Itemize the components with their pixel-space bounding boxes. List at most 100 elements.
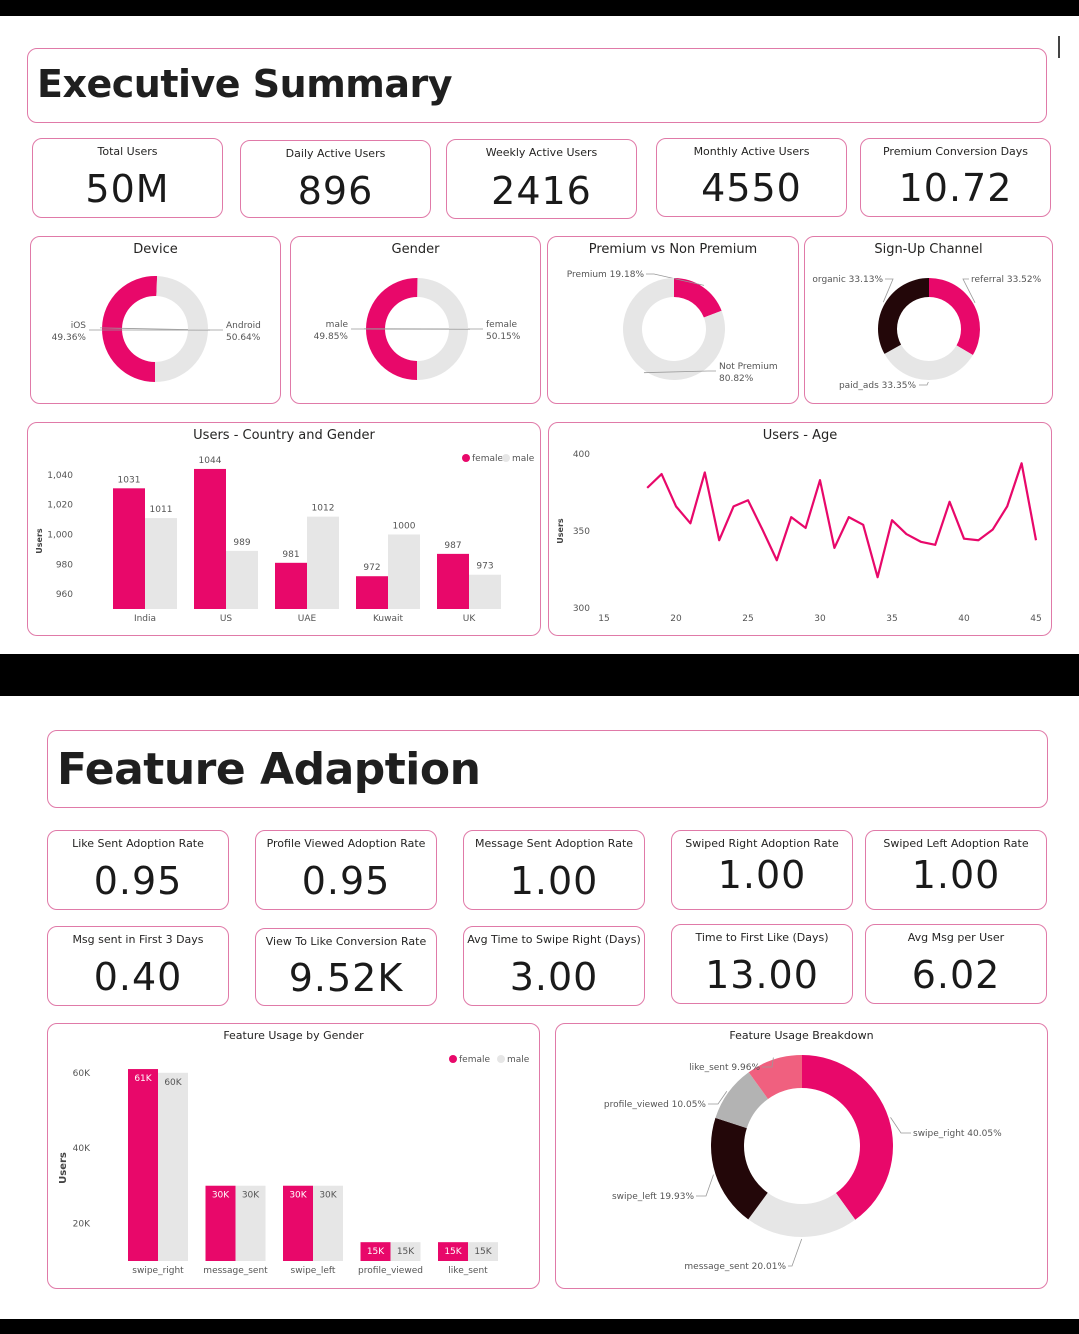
age-line-card[interactable]: Users - Age 300 350 400 15 20 25 30 35 40 45 Users xyxy=(548,422,1052,636)
kpi-value: 13.00 xyxy=(705,953,819,997)
feature-usage-bar-chart: 20K 40K 60K Users 61K 60K swipe_right 30K 30K mes… xyxy=(58,1055,530,1276)
kpi-label: Time to First Like (Days) xyxy=(695,931,829,944)
y-tick-label: 20K xyxy=(73,1219,91,1229)
kpi-value: 2416 xyxy=(491,169,592,213)
signup-channel-donut-card[interactable]: Sign-Up Channel referral 33.52% paid_ads … xyxy=(804,236,1053,404)
slice-label: female xyxy=(486,320,517,330)
y-tick-label: 960 xyxy=(56,590,73,600)
kpi-value: 1.00 xyxy=(911,853,1001,897)
bar-data-label: 30K xyxy=(289,1191,307,1201)
kpi-card-swiped-right-adoption[interactable]: Swiped Right Adoption Rate 1.00 xyxy=(671,830,853,910)
y-axis-label: Users xyxy=(556,518,565,544)
kpi-card-msg-first-3-days[interactable]: Msg sent in First 3 Days 0.40 xyxy=(47,926,229,1006)
bar-data-label: 60K xyxy=(164,1078,182,1088)
kpi-card-message-sent-adoption[interactable]: Message Sent Adoption Rate 1.00 xyxy=(463,830,645,910)
kpi-card-avg-time-swipe-right[interactable]: Avg Time to Swipe Right (Days) 3.00 xyxy=(463,926,645,1006)
kpi-card-profile-viewed-adoption[interactable]: Profile Viewed Adoption Rate 0.95 xyxy=(255,830,437,910)
slice-value-label: 80.82% xyxy=(719,374,754,384)
leader-line xyxy=(919,381,929,386)
kpi-card-view-to-like-conversion[interactable]: View To Like Conversion Rate 9.52K xyxy=(255,928,437,1006)
slice-value-label: 49.85% xyxy=(314,332,349,342)
feature-breakdown-card[interactable]: Feature Usage Breakdown swipe_right 40.0… xyxy=(555,1023,1048,1289)
bar-data-label: 987 xyxy=(444,541,461,551)
kpi-card-premium-conversion-days[interactable]: Premium Conversion Days 10.72 xyxy=(860,138,1051,217)
kpi-label: Avg Msg per User xyxy=(907,931,1005,944)
kpi-card-like-sent-adoption[interactable]: Like Sent Adoption Rate 0.95 xyxy=(47,830,229,910)
x-tick-label: message_sent xyxy=(203,1266,268,1276)
bar-data-label: 973 xyxy=(476,562,493,572)
legend-marker xyxy=(449,1055,457,1063)
donut-slice-paid-ads xyxy=(884,344,973,380)
kpi-value: 0.95 xyxy=(93,859,183,903)
slice-label: Premium 19.18% xyxy=(567,270,645,280)
kpi-label: Message Sent Adoption Rate xyxy=(474,837,634,850)
y-tick-label: 1,040 xyxy=(47,471,73,481)
kpi-label: Weekly Active Users xyxy=(485,146,598,159)
slice-label: profile_viewed 10.05% xyxy=(604,1100,707,1110)
x-tick-label: 40 xyxy=(958,614,970,624)
y-tick-label: 1,020 xyxy=(47,501,73,511)
kpi-card-total-users[interactable]: Total Users 50M xyxy=(32,138,223,218)
x-tick-label: 45 xyxy=(1030,614,1041,624)
kpi-card-daily-active-users[interactable]: Daily Active Users 896 xyxy=(240,140,431,218)
y-tick-label: 980 xyxy=(56,560,73,570)
donut-slice-swipe-left xyxy=(711,1117,768,1220)
slice-label: iOS xyxy=(71,321,87,331)
kpi-card-avg-msg-per-user[interactable]: Avg Msg per User 6.02 xyxy=(865,924,1047,1004)
page-title: Feature Adaption xyxy=(57,744,481,795)
kpi-label: Swiped Right Adoption Rate xyxy=(685,837,839,850)
kpi-card-weekly-active-users[interactable]: Weekly Active Users 2416 xyxy=(446,139,637,219)
slice-value-label: 49.36% xyxy=(52,333,87,343)
bar-data-label: 1011 xyxy=(150,505,173,515)
country-gender-card[interactable]: Users - Country and Gender 960 980 1,000 1,… xyxy=(27,422,541,636)
kpi-label: Total Users xyxy=(97,145,158,158)
slice-label: Android xyxy=(226,321,261,331)
bar-male-swipe-right xyxy=(158,1072,188,1261)
y-tick-label: 60K xyxy=(73,1069,91,1079)
kpi-card-monthly-active-users[interactable]: Monthly Active Users 4550 xyxy=(656,138,847,217)
country-gender-bar-chart: 960 980 1,000 1,020 1,040 Users 1031 1011 India 1… xyxy=(35,454,535,624)
kpi-label: Profile Viewed Adoption Rate xyxy=(266,837,426,850)
premium-donut-card[interactable]: Premium vs Non Premium Premium 19.18% Not… xyxy=(547,236,799,404)
scrollbar[interactable] xyxy=(1058,36,1060,58)
x-tick-label: swipe_right xyxy=(132,1266,184,1276)
kpi-label: Avg Time to Swipe Right (Days) xyxy=(467,933,641,946)
bar-female-kuwait xyxy=(356,576,388,609)
kpi-value: 10.72 xyxy=(898,166,1013,210)
legend-marker xyxy=(502,454,510,462)
legend-marker xyxy=(497,1055,505,1063)
bar-female-uae xyxy=(275,562,307,609)
kpi-value: 6.02 xyxy=(911,953,1001,997)
x-tick-label: 30 xyxy=(814,614,826,624)
gender-donut-card[interactable]: Gender female 50.15% male 49.85% xyxy=(290,236,541,404)
x-tick-label: swipe_left xyxy=(291,1266,336,1276)
bar-female-us xyxy=(194,468,226,609)
donut-slice-message-sent xyxy=(748,1192,856,1237)
x-tick-label: 25 xyxy=(742,614,753,624)
bar-data-label: 1000 xyxy=(393,522,416,532)
kpi-label: View To Like Conversion Rate xyxy=(265,935,427,948)
bar-female-uk xyxy=(437,553,469,609)
feature-breakdown-donut-chart: swipe_right 40.05% message_sent 20.01% swi… xyxy=(604,1055,1002,1272)
kpi-card-swiped-left-adoption[interactable]: Swiped Left Adoption Rate 1.00 xyxy=(865,830,1047,910)
kpi-label: Like Sent Adoption Rate xyxy=(72,837,204,850)
premium-donut-chart: Premium 19.18% Not Premium 80.82% xyxy=(567,270,778,384)
bar-data-label: 15K xyxy=(444,1247,462,1257)
age-line-chart: 300 350 400 15 20 25 30 35 40 45 Users xyxy=(556,450,1042,624)
bar-data-label: 30K xyxy=(212,1191,230,1201)
device-donut-chart: Android 50.64% iOS 49.36% xyxy=(52,276,261,382)
x-tick-label: 15 xyxy=(598,614,609,624)
bar-data-label: 981 xyxy=(282,550,299,560)
kpi-value: 4550 xyxy=(701,166,802,210)
bar-data-label: 1044 xyxy=(199,456,222,466)
feature-usage-gender-card[interactable]: Feature Usage by Gender 20K 40K 60K Users 61… xyxy=(47,1023,540,1289)
x-tick-label: UK xyxy=(463,614,477,624)
device-donut-card[interactable]: Device Android 50.64% iOS 49.36% xyxy=(30,236,281,404)
y-tick-label: 1,000 xyxy=(47,531,73,541)
kpi-value: 896 xyxy=(297,169,374,213)
y-axis-label: Users xyxy=(35,528,44,554)
y-tick-label: 400 xyxy=(573,450,590,460)
bar-data-label: 1012 xyxy=(312,504,335,514)
kpi-card-time-to-first-like[interactable]: Time to First Like (Days) 13.00 xyxy=(671,924,853,1004)
bar-male-india xyxy=(145,518,177,609)
